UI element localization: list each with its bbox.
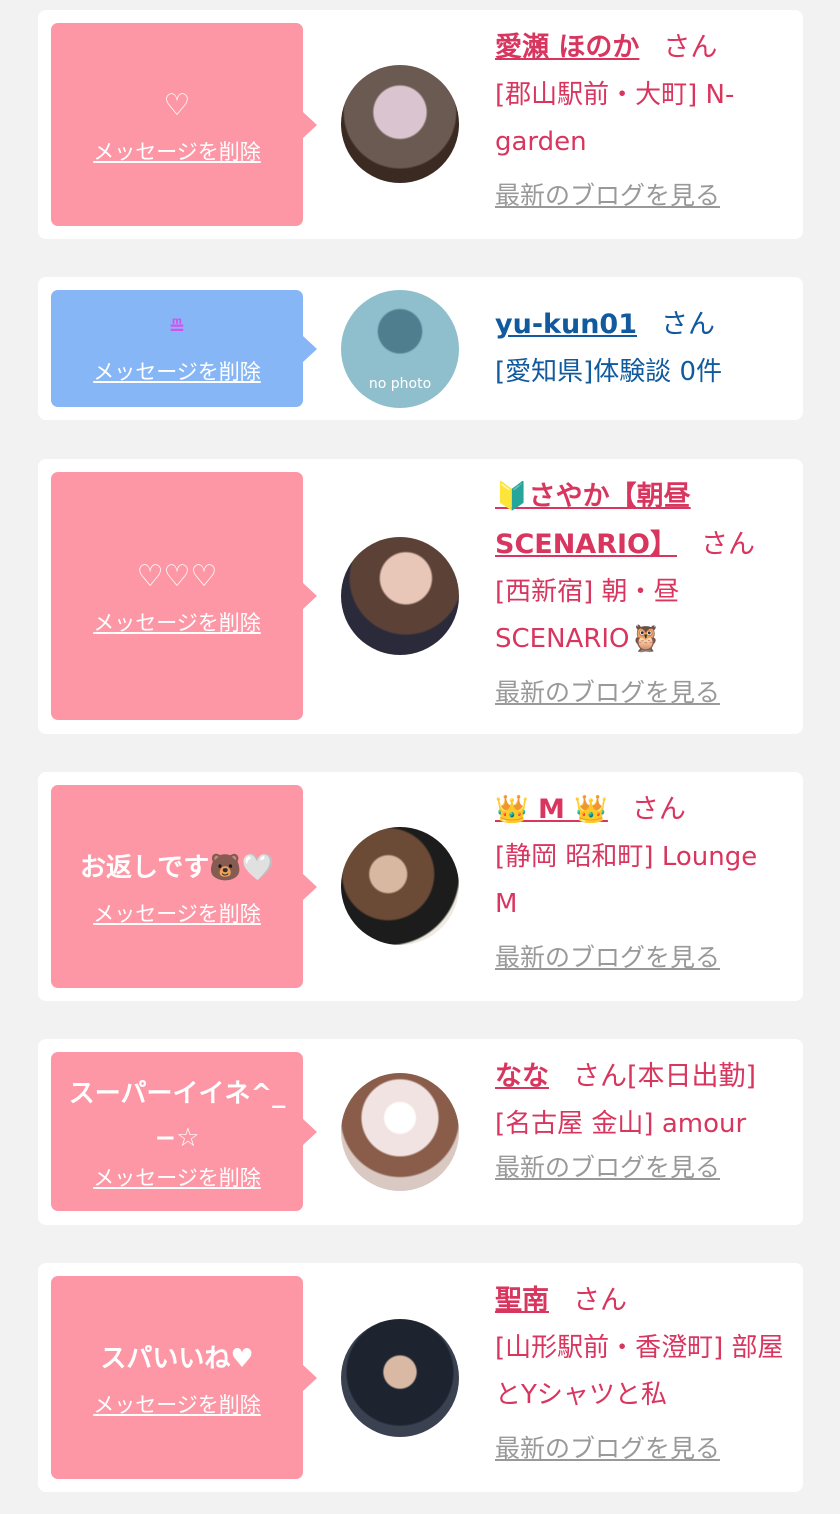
user-info: 🔰さやか【朝昼SCENARIO】 さん [西新宿] 朝・昼SCENARIO🦉 最新… bbox=[495, 473, 785, 709]
user-info: 愛瀬 ほのか さん [郡山駅前・大町] N-garden 最新のブログを見る bbox=[495, 24, 785, 212]
message-bubble: ♡♡♡ メッセージを削除 bbox=[51, 472, 317, 720]
user-name-link[interactable]: yu-kun01 bbox=[495, 309, 637, 340]
latest-blog-link[interactable]: 最新のブログを見る bbox=[495, 1148, 720, 1184]
shop-info: [山形駅前・香澄町] 部屋とYシャツと私 bbox=[495, 1333, 784, 1410]
no-photo-avatar[interactable]: no photo bbox=[341, 290, 459, 408]
delete-message-link[interactable]: メッセージを削除 bbox=[93, 356, 261, 386]
user-avatar[interactable] bbox=[341, 1073, 459, 1191]
user-avatar[interactable] bbox=[341, 65, 459, 183]
message-text: ≞ bbox=[168, 314, 186, 339]
delete-message-link[interactable]: メッセージを削除 bbox=[93, 136, 261, 166]
message-text: ♡ bbox=[163, 87, 191, 123]
user-name-link[interactable]: なな bbox=[495, 1061, 549, 1092]
delete-message-link[interactable]: メッセージを削除 bbox=[93, 1162, 261, 1192]
user-name-link[interactable]: 👑 M 👑 bbox=[495, 794, 608, 825]
shop-info: [静岡 昭和町] Lounge M bbox=[495, 842, 758, 919]
latest-blog-link[interactable]: 最新のブログを見る bbox=[495, 673, 720, 709]
message-text: スーパーイイネ^_−☆ bbox=[68, 1078, 286, 1153]
message-card: お返しです🐻🤍 メッセージを削除 👑 M 👑 さん [静岡 昭和町] Lounge… bbox=[38, 772, 803, 1001]
honorific: さん bbox=[701, 529, 755, 560]
no-photo-label: no photo bbox=[368, 376, 432, 392]
user-name-link[interactable]: 愛瀬 ほのか bbox=[495, 32, 639, 63]
latest-blog-link[interactable]: 最新のブログを見る bbox=[495, 1429, 720, 1465]
user-name-link[interactable]: 聖南 bbox=[495, 1285, 549, 1316]
message-bubble: お返しです🐻🤍 メッセージを削除 bbox=[51, 785, 317, 988]
latest-blog-link[interactable]: 最新のブログを見る bbox=[495, 176, 720, 212]
honorific: さん bbox=[661, 309, 716, 340]
honorific: さん bbox=[573, 1285, 627, 1316]
user-info: 聖南 さん [山形駅前・香澄町] 部屋とYシャツと私 最新のブログを見る bbox=[495, 1277, 785, 1465]
shop-info: [愛知県]体験談 0件 bbox=[495, 357, 723, 387]
message-bubble: スパいいね♥ メッセージを削除 bbox=[51, 1276, 317, 1479]
message-bubble: ♡ メッセージを削除 bbox=[51, 23, 317, 226]
honorific: さん[本日出勤] bbox=[573, 1061, 757, 1092]
message-text: ♡♡♡ bbox=[136, 559, 218, 594]
message-card: ♡ メッセージを削除 愛瀬 ほのか さん [郡山駅前・大町] N-garden 最… bbox=[38, 10, 803, 239]
user-name-link[interactable]: 🔰さやか【朝昼SCENARIO】 bbox=[495, 481, 691, 560]
user-avatar[interactable] bbox=[341, 537, 459, 655]
shop-info: [西新宿] 朝・昼SCENARIO🦉 bbox=[495, 577, 680, 654]
message-card: スーパーイイネ^_−☆ メッセージを削除 なな さん[本日出勤] [名古屋 金山]… bbox=[38, 1039, 803, 1225]
user-avatar[interactable] bbox=[341, 827, 459, 945]
message-bubble: スーパーイイネ^_−☆ メッセージを削除 bbox=[51, 1052, 317, 1211]
user-info: 👑 M 👑 さん [静岡 昭和町] Lounge M 最新のブログを見る bbox=[495, 786, 785, 974]
shop-info: [名古屋 金山] amour bbox=[495, 1109, 747, 1139]
message-text: お返しです🐻🤍 bbox=[80, 852, 274, 883]
message-card: ♡♡♡ メッセージを削除 🔰さやか【朝昼SCENARIO】 さん [西新宿] 朝・… bbox=[38, 459, 803, 734]
user-info: yu-kun01 さん [愛知県]体験談 0件 bbox=[495, 301, 785, 396]
message-text: スパいいね♥ bbox=[100, 1343, 254, 1374]
message-card: スパいいね♥ メッセージを削除 聖南 さん [山形駅前・香澄町] 部屋とYシャツと… bbox=[38, 1263, 803, 1492]
user-avatar[interactable] bbox=[341, 1319, 459, 1437]
delete-message-link[interactable]: メッセージを削除 bbox=[93, 1389, 261, 1419]
shop-info: [郡山駅前・大町] N-garden bbox=[495, 80, 735, 157]
message-bubble: ≞ メッセージを削除 bbox=[51, 290, 317, 407]
message-list: ♡ メッセージを削除 愛瀬 ほのか さん [郡山駅前・大町] N-garden 最… bbox=[0, 0, 840, 1514]
honorific: さん bbox=[631, 794, 686, 825]
latest-blog-link[interactable]: 最新のブログを見る bbox=[495, 938, 720, 974]
user-info: なな さん[本日出勤] [名古屋 金山] amour 最新のブログを見る bbox=[495, 1053, 785, 1184]
delete-message-link[interactable]: メッセージを削除 bbox=[93, 607, 261, 637]
message-card: ≞ メッセージを削除 no photo yu-kun01 さん [愛知県]体験談 … bbox=[38, 277, 803, 420]
honorific: さん bbox=[663, 32, 718, 63]
delete-message-link[interactable]: メッセージを削除 bbox=[93, 898, 261, 928]
